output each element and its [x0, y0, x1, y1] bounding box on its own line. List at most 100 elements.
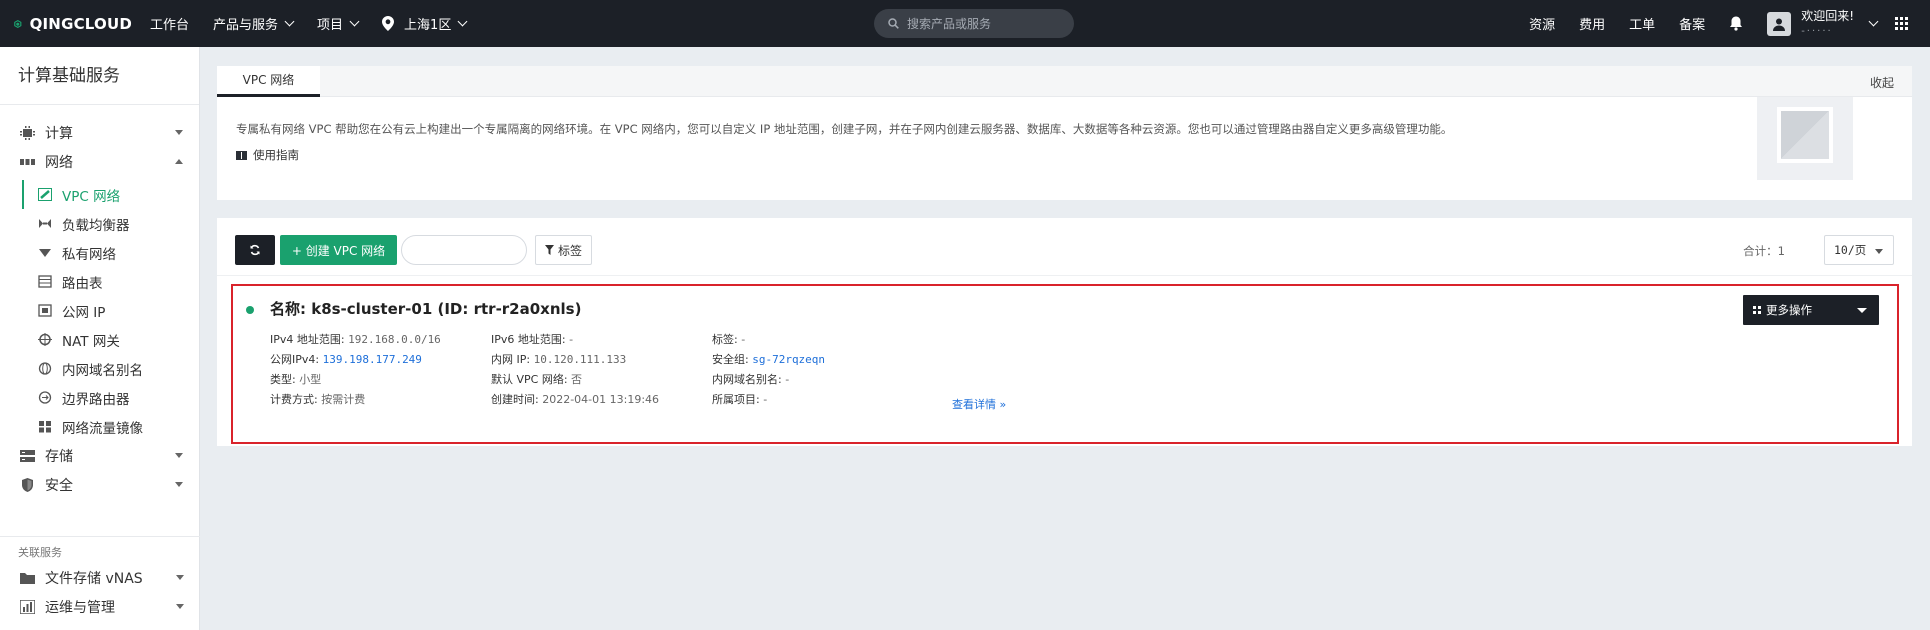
- sidebar-divider: [0, 536, 200, 537]
- field-private-ip: 内网 IP: 10.120.111.133: [491, 351, 626, 367]
- vpc-name: 名称: k8s-cluster-01 (ID: rtr-r2a0xnls): [270, 300, 582, 318]
- create-vpc-button[interactable]: + 创建 VPC 网络: [280, 235, 397, 265]
- refresh-button[interactable]: [235, 235, 275, 265]
- field-billing: 计费方式: 按需计费: [270, 391, 365, 407]
- user-account: -·····: [1801, 25, 1833, 37]
- sidebar-item-label: 私有网络: [62, 246, 116, 263]
- region-selector[interactable]: 上海1区: [382, 14, 468, 33]
- field-label: 标签:: [712, 333, 742, 346]
- field-value: 按需计费: [321, 393, 366, 406]
- sidebar-group-label: 运维与管理: [45, 599, 115, 616]
- sidebar-item-public-ip[interactable]: 公网 IP: [0, 296, 199, 325]
- tag-filter-button[interactable]: 标签: [535, 235, 592, 265]
- apps-grid-icon[interactable]: [1895, 17, 1908, 30]
- related-services-label: 关联服务: [18, 546, 62, 559]
- sidebar-item-vpc[interactable]: VPC 网络: [0, 180, 199, 209]
- brand-name: QINGCLOUD: [29, 14, 132, 33]
- vpc-illustration-icon: [1757, 97, 1853, 180]
- user-menu[interactable]: 欢迎回来! -·····: [1801, 9, 1854, 39]
- sidebar-group-storage[interactable]: 存储: [0, 441, 199, 470]
- chevron-down-icon: [1857, 308, 1867, 313]
- logo[interactable]: QINGCLOUD: [14, 14, 132, 34]
- global-search[interactable]: 搜索产品或服务: [874, 9, 1074, 38]
- field-public-ipv4: 公网IPv4: 139.198.177.249: [270, 351, 422, 367]
- chevron-down-icon: [349, 16, 360, 27]
- chevron-down-icon: [175, 482, 183, 487]
- intro-card: VPC 网络 收起 专属私有网络 VPC 帮助您在公有云上构建出一个专属隔离的网…: [217, 66, 1912, 200]
- sidebar-group-network[interactable]: 网络: [0, 147, 199, 176]
- nav-projects[interactable]: 项目: [317, 14, 360, 33]
- field-label: 计费方式:: [270, 393, 322, 406]
- filing-link[interactable]: 备案: [1679, 14, 1705, 33]
- book-icon: [236, 150, 247, 160]
- load-balancer-icon: [39, 219, 51, 228]
- field-label: 内网域名别名:: [712, 373, 786, 386]
- grid-icon: [1753, 306, 1761, 314]
- field-label: 公网IPv4:: [270, 353, 323, 366]
- view-details-link[interactable]: 查看详情 »: [952, 396, 1006, 412]
- field-label: 内网 IP:: [491, 353, 534, 366]
- vpc-icon: [38, 188, 52, 201]
- sidebar: 计算基础服务 计算 网络 VPC 网络 负载均衡器 私有网络 路由表 公网 IP…: [0, 47, 200, 630]
- network-icon: [20, 158, 35, 165]
- chevron-down-icon: [175, 453, 183, 458]
- folder-icon: [20, 572, 35, 584]
- sidebar-item-traffic-mirror[interactable]: 网络流量镜像: [0, 412, 199, 441]
- more-actions-button[interactable]: 更多操作: [1743, 295, 1879, 325]
- list-item[interactable]: 名称: k8s-cluster-01 (ID: rtr-r2a0xnls) 更多…: [231, 284, 1899, 444]
- sidebar-item-border-router[interactable]: 边界路由器: [0, 383, 199, 412]
- sidebar-item-route-table[interactable]: 路由表: [0, 267, 199, 296]
- collapse-link[interactable]: 收起: [1870, 74, 1894, 91]
- location-pin-icon: [382, 16, 395, 31]
- avatar[interactable]: [1767, 11, 1792, 36]
- sidebar-group-security[interactable]: 安全: [0, 470, 199, 499]
- field-label: 安全组:: [712, 353, 753, 366]
- page-size-select[interactable]: 10/页: [1824, 235, 1894, 265]
- chevron-down-icon[interactable]: [1868, 16, 1879, 27]
- resources-link[interactable]: 资源: [1529, 14, 1555, 33]
- field-value: -: [741, 333, 746, 346]
- public-ip-link[interactable]: 139.198.177.249: [323, 353, 422, 366]
- sidebar-group-label: 文件存储 vNAS: [45, 570, 143, 587]
- vpc-list-card: + 创建 VPC 网络 标签 合计：1 10/页 名称: k8s-cluster…: [217, 218, 1912, 446]
- sidebar-group-vnas[interactable]: 文件存储 vNAS: [0, 563, 200, 592]
- search-placeholder: 搜索产品或服务: [907, 17, 992, 31]
- vpc-search-input[interactable]: [401, 235, 527, 265]
- search-icon: [888, 18, 899, 29]
- sidebar-group-compute[interactable]: 计算: [0, 118, 199, 147]
- dns-alias-icon: [38, 362, 52, 375]
- billing-link[interactable]: 费用: [1579, 14, 1605, 33]
- nav-products[interactable]: 产品与服务: [213, 14, 295, 33]
- list-toolbar: + 创建 VPC 网络 标签: [235, 235, 592, 265]
- intro-description: 专属私有网络 VPC 帮助您在公有云上构建出一个专属隔离的网络环境。在 VPC …: [236, 122, 1453, 136]
- field-value: 否: [571, 373, 583, 386]
- nav-workbench[interactable]: 工作台: [150, 14, 189, 33]
- sidebar-item-load-balancer[interactable]: 负载均衡器: [0, 209, 199, 238]
- tickets-link[interactable]: 工单: [1629, 14, 1655, 33]
- sidebar-item-label: 公网 IP: [62, 304, 106, 321]
- sidebar-item-private-network[interactable]: 私有网络: [0, 238, 199, 267]
- security-group-link[interactable]: sg-72rqzeqn: [752, 353, 825, 366]
- sidebar-item-nat-gateway[interactable]: NAT 网关: [0, 325, 199, 354]
- chevron-down-icon: [457, 16, 468, 27]
- sidebar-item-label: 边界路由器: [62, 391, 130, 408]
- cpu-icon: [20, 125, 35, 140]
- field-tags: 标签: -: [712, 331, 745, 347]
- sidebar-group-ops[interactable]: 运维与管理: [0, 592, 200, 621]
- filter-icon: [544, 245, 554, 255]
- bell-icon[interactable]: [1729, 16, 1743, 31]
- field-label: IPv4 地址范围:: [270, 333, 349, 346]
- chevron-down-icon: [175, 130, 183, 135]
- field-value: -: [763, 393, 768, 406]
- field-type: 类型: 小型: [270, 371, 321, 387]
- user-guide-link[interactable]: 使用指南: [236, 147, 299, 163]
- sidebar-item-dns-alias[interactable]: 内网域名别名: [0, 354, 199, 383]
- sidebar-item-label: 负载均衡器: [62, 217, 130, 234]
- field-value: 2022-04-01 13:19:46: [542, 393, 660, 406]
- field-value: 10.120.111.133: [533, 353, 627, 366]
- field-created-time: 创建时间: 2022-04-01 13:19:46: [491, 391, 659, 407]
- field-label: 所属项目:: [712, 393, 764, 406]
- region-label: 上海1区: [404, 18, 452, 33]
- tab-vpc-network[interactable]: VPC 网络: [217, 66, 320, 97]
- border-router-icon: [38, 391, 52, 404]
